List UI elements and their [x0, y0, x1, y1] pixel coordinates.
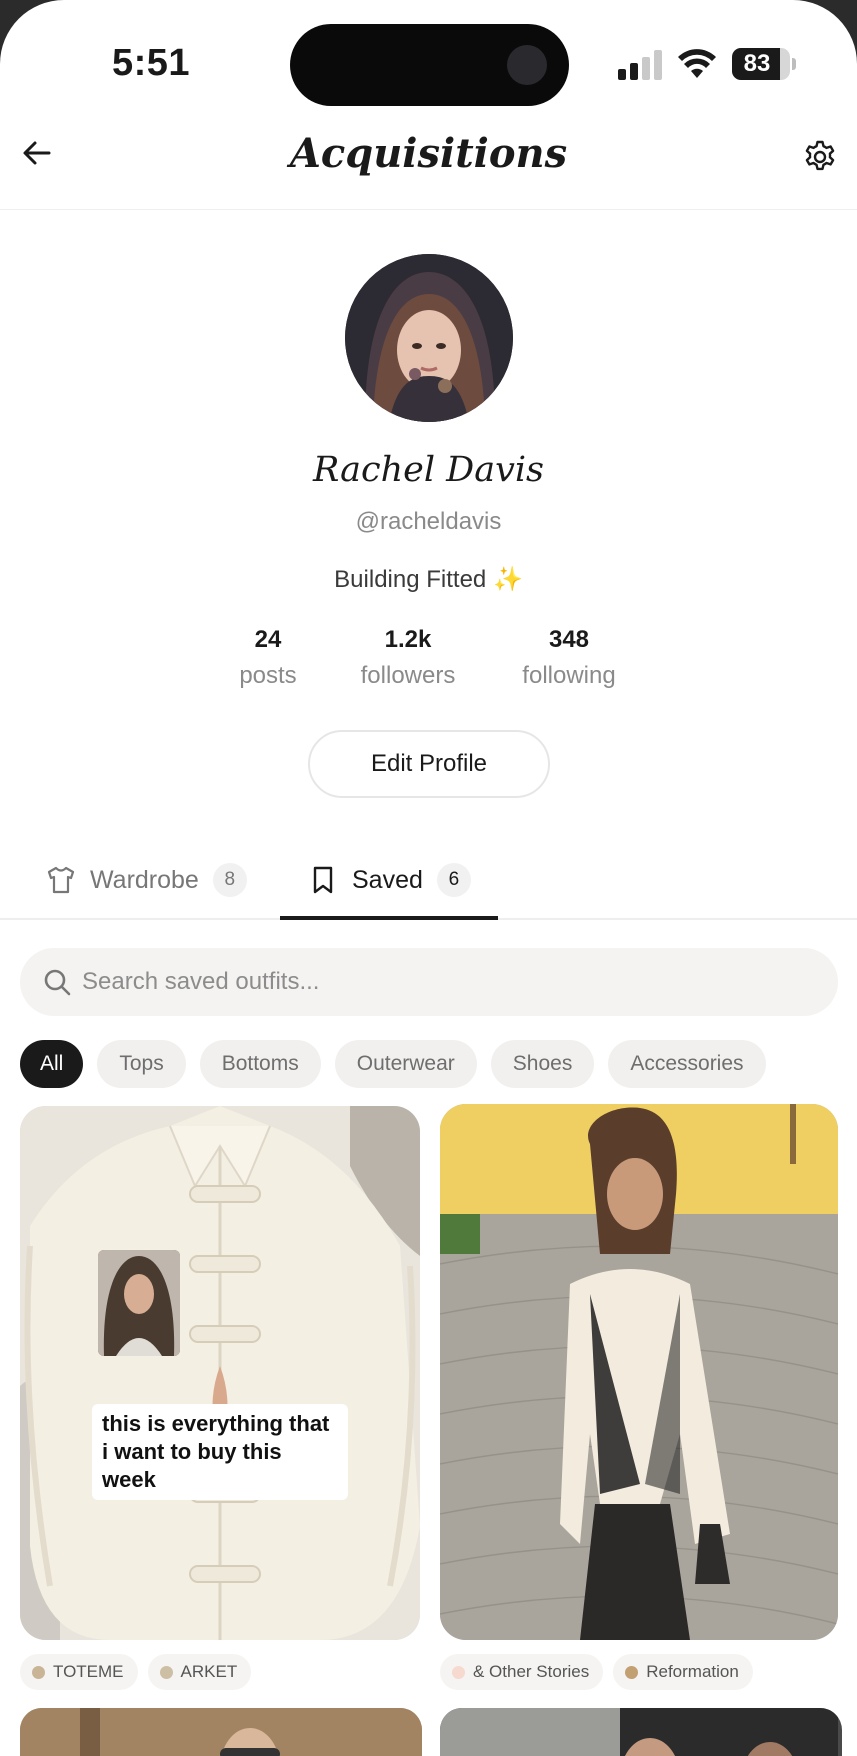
profile-bio: Building Fitted ✨ [0, 565, 857, 594]
brand-tags: TOTEME ARKET [20, 1654, 252, 1690]
signal-icon [618, 50, 662, 80]
profile-name: Rachel Davis [312, 450, 545, 490]
gear-icon[interactable] [803, 140, 837, 174]
search-input[interactable] [82, 948, 812, 1016]
brand-tag[interactable]: ARKET [147, 1654, 252, 1690]
brand-tag[interactable]: Reformation [613, 1654, 753, 1690]
page-title: Acquisitions [289, 130, 568, 177]
brand-tag[interactable]: TOTEME [20, 1654, 138, 1690]
status-time: 5:51 [112, 42, 191, 84]
tab-label: Saved [352, 865, 423, 894]
video-caption: this is everything that i want to buy th… [92, 1404, 348, 1500]
brand-tags: & Other Stories Reformation [440, 1654, 753, 1690]
filter-chip-bottoms[interactable]: Bottoms [199, 1040, 321, 1088]
shirt-icon [47, 866, 75, 894]
search-bar [20, 948, 838, 1016]
tab-saved[interactable]: Saved 6 [308, 858, 471, 902]
stat-followers[interactable]: 1.2k followers [348, 626, 468, 690]
saved-outfit-card[interactable]: this is everything that i want to buy th… [20, 1106, 420, 1640]
stat-label: posts [239, 662, 297, 689]
filter-chip-tops[interactable]: Tops [97, 1040, 186, 1088]
stat-following[interactable]: 348 following [509, 626, 629, 690]
tab-count-badge: 6 [436, 863, 471, 897]
camera-icon [507, 45, 547, 85]
creator-video-thumbnail [98, 1250, 180, 1356]
brand-dot-icon [32, 1665, 45, 1679]
brand-dot-icon [159, 1665, 173, 1679]
avatar[interactable] [345, 254, 513, 422]
stat-label: followers [360, 662, 456, 689]
brand-tag[interactable]: & Other Stories [440, 1654, 604, 1690]
edit-profile-button[interactable]: Edit Profile [308, 730, 550, 798]
search-icon [44, 969, 71, 996]
stat-label: following [522, 662, 616, 689]
sparkle-icon: ✨ [492, 566, 523, 593]
brand-tag-label: TOTEME [53, 1662, 124, 1681]
brand-dot-icon [625, 1665, 639, 1679]
profile-tabs: Wardrobe 8 Saved 6 [0, 840, 857, 920]
filter-chip-outerwear[interactable]: Outerwear [334, 1040, 477, 1088]
status-bar: 5:51 83 [0, 0, 857, 112]
brand-dot-icon [452, 1665, 465, 1679]
battery-icon: 83 [732, 48, 796, 80]
filter-chips: All Tops Bottoms Outerwear Shoes Accesso… [20, 1040, 766, 1088]
stat-value: 24 [254, 626, 282, 653]
brand-tag-label: & Other Stories [473, 1662, 590, 1681]
bio-text: Building Fitted [334, 566, 487, 593]
wifi-icon [678, 49, 716, 78]
outfit-image [440, 1104, 838, 1640]
tab-count-badge: 8 [212, 863, 247, 897]
tab-label: Wardrobe [90, 865, 199, 894]
filter-chip-shoes[interactable]: Shoes [490, 1040, 595, 1088]
brand-tag-label: Reformation [646, 1662, 739, 1681]
profile-stats: 24 posts 1.2k followers 348 following [0, 626, 857, 696]
active-tab-indicator [280, 916, 498, 920]
filter-chip-all[interactable]: All [20, 1040, 84, 1088]
outfit-image [20, 1106, 420, 1640]
stat-value: 1.2k [384, 626, 432, 653]
dynamic-island [290, 24, 569, 106]
stat-posts[interactable]: 24 posts [218, 626, 318, 690]
top-nav: Acquisitions [0, 112, 857, 210]
stat-value: 348 [548, 626, 590, 653]
profile-handle: @racheldavis [355, 508, 502, 535]
phone-screen: 5:51 83 Acquisitions Rachel Davis @rache… [0, 0, 857, 1756]
brand-tag-label: ARKET [180, 1662, 238, 1681]
battery-level: 83 [743, 50, 771, 77]
filter-chip-accessories[interactable]: Accessories [608, 1040, 766, 1088]
saved-outfit-card[interactable] [440, 1104, 838, 1640]
tab-wardrobe[interactable]: Wardrobe 8 [46, 858, 247, 902]
saved-outfit-card-peek[interactable] [20, 1708, 422, 1756]
saved-outfit-card-peek[interactable] [440, 1708, 842, 1756]
bookmark-icon [313, 866, 333, 894]
